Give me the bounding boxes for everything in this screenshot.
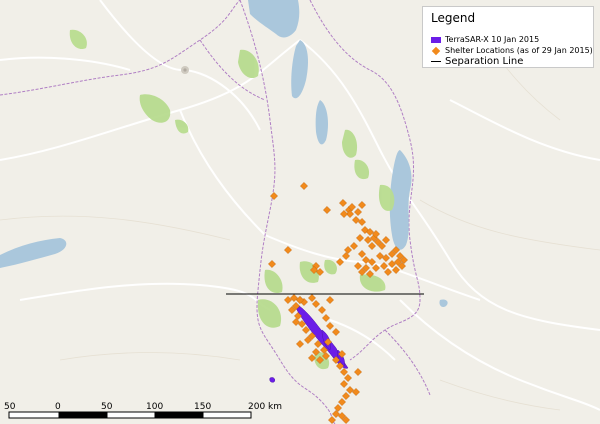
- scale-segment: [58, 411, 108, 419]
- scale-segment: [8, 411, 60, 419]
- scale-label: 50: [4, 402, 16, 412]
- scale-label: 50: [101, 402, 113, 412]
- scale-label: 200 km: [248, 402, 283, 412]
- scale-label: 150: [194, 402, 212, 412]
- scale-segment: [202, 411, 252, 419]
- scale-segment: [154, 411, 204, 419]
- scale-label: 100: [146, 402, 164, 412]
- map-canvas[interactable]: Legend TerraSAR-X 10 Jan 2015 Shelter Lo…: [0, 0, 600, 424]
- scale-bar: [8, 411, 252, 419]
- scale-label: 0: [55, 402, 61, 412]
- scale-segment: [106, 411, 156, 419]
